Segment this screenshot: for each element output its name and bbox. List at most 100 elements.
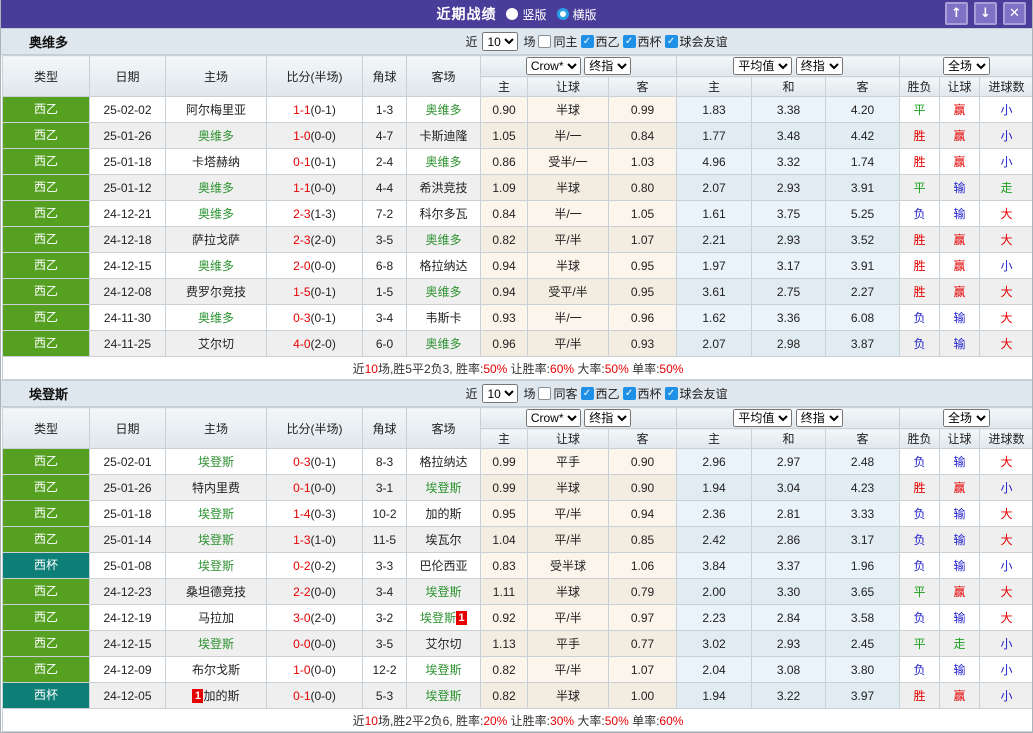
checkbox-unchecked-icon[interactable] [538, 35, 552, 48]
final-odds-select-2[interactable]: 终指 [795, 57, 843, 75]
col-handicap-result: 让球 [939, 76, 981, 97]
full-match-select[interactable]: 全场 [943, 409, 991, 427]
same-venue-checkbox[interactable]: 同主 [538, 33, 578, 50]
col-avg-draw: 和 [751, 76, 827, 97]
checkbox-checked-icon[interactable]: ✓ [664, 35, 678, 48]
league-checkbox[interactable]: ✓ 西乙 [580, 385, 620, 402]
result-cell: 胜 [899, 474, 941, 501]
result-cell: 负 [899, 200, 941, 227]
score-cell: 1-5(0-1) [266, 278, 363, 305]
bookmaker-select[interactable]: Crow* [525, 409, 581, 427]
friendly-checkbox[interactable]: ✓ 球会友谊 [664, 385, 728, 402]
layout-radio-vertical[interactable]: 竖版 [506, 6, 547, 23]
fulltime-score: 1-1 [293, 180, 311, 195]
bookmaker-select[interactable]: Crow* [525, 57, 581, 75]
col-handicap-result: 让球 [939, 428, 981, 449]
league-cell: 西乙 [2, 226, 90, 253]
away-team-cell: 科尔多瓦 [406, 200, 481, 227]
col-away: 客场 [406, 55, 481, 97]
match-count-select[interactable]: 10 [482, 32, 519, 51]
home-team-cell: 埃登斯 [165, 500, 267, 527]
average-select[interactable]: 平均值 [733, 409, 793, 427]
halftime-score: (0-0) [310, 480, 336, 495]
result-cell: 胜 [899, 252, 941, 279]
date-cell: 24-12-09 [89, 656, 166, 683]
odds-home-cell: 0.94 [480, 252, 528, 279]
avg-home-cell: 3.84 [676, 552, 753, 579]
radio-icon[interactable] [506, 8, 519, 20]
result-cell: 负 [899, 304, 941, 331]
team-name: 奥维多 [29, 35, 69, 50]
move-down-button[interactable]: ↓ [974, 2, 997, 25]
fulltime-score: 2-3 [293, 206, 311, 221]
average-select[interactable]: 平均值 [733, 57, 793, 75]
odds-away-cell: 0.95 [607, 252, 678, 279]
cup-checkbox[interactable]: ✓ 西杯 [622, 385, 662, 402]
avg-home-cell: 3.02 [676, 630, 753, 657]
away-team-cell: 卡斯迪隆 [406, 122, 481, 149]
checkbox-unchecked-icon[interactable] [538, 387, 552, 400]
home-team-cell: 埃登斯 [165, 552, 267, 579]
checkbox-checked-icon[interactable]: ✓ [664, 387, 678, 400]
table-row: 西乙 25-01-26 特内里费 0-1(0-0) 3-1 埃登斯 0.99 半球 0.90 1.… [2, 474, 1032, 501]
final-odds-select[interactable]: 终指 [584, 57, 632, 75]
avg-home-cell: 2.07 [676, 330, 753, 357]
fulltime-score: 0-3 [293, 454, 311, 469]
team-label: 奥维多 [425, 103, 462, 117]
avg-draw-cell: 2.86 [751, 526, 827, 553]
fulltime-score: 1-4 [293, 506, 311, 521]
handicap-result-cell: 输 [939, 330, 981, 357]
away-team-cell: 格拉纳达 [406, 448, 481, 475]
friendly-checkbox[interactable]: ✓ 球会友谊 [664, 33, 728, 50]
home-team-cell: 奥维多 [165, 174, 267, 201]
full-match-select[interactable]: 全场 [943, 57, 991, 75]
score-cell: 1-0(0-0) [266, 122, 363, 149]
home-team-cell: 埃登斯 [165, 526, 267, 553]
radio-vertical-label: 竖版 [522, 7, 547, 22]
league-cell: 西乙 [2, 122, 90, 149]
full-match-group-header: 全场 [899, 407, 1032, 429]
move-up-button[interactable]: ↑ [945, 2, 968, 25]
team-label: 格拉纳达 [419, 259, 468, 273]
radio-selected-icon[interactable] [556, 8, 569, 20]
match-count-select[interactable]: 10 [482, 384, 519, 403]
away-team-cell: 埃登斯 [406, 656, 481, 683]
league-checkbox[interactable]: ✓ 西乙 [580, 33, 620, 50]
league-cell: 西乙 [2, 96, 90, 123]
summary-label: 近 [352, 713, 365, 728]
checkbox-checked-icon[interactable]: ✓ [622, 387, 636, 400]
table-row: 西杯 25-01-08 埃登斯 0-2(0-2) 3-3 巴伦西亚 0.83 受半球 1.06 3… [2, 552, 1032, 579]
team-label: 埃登斯 [425, 663, 462, 677]
team-label: 布尔戈斯 [191, 663, 240, 677]
checkbox-checked-icon[interactable]: ✓ [622, 35, 636, 48]
handicap-cell: 平手 [527, 448, 609, 475]
odds-away-cell: 0.93 [607, 330, 678, 357]
table-row: 西乙 25-01-18 埃登斯 1-4(0-3) 10-2 加的斯 0.95 平/半 0.94 2… [2, 500, 1032, 527]
league-type-label: 西乙 [3, 449, 89, 474]
avg-home-cell: 1.61 [676, 200, 753, 227]
final-odds-select-2[interactable]: 终指 [795, 409, 843, 427]
cup-checkbox[interactable]: ✓ 西杯 [622, 33, 662, 50]
league-type-label: 西乙 [3, 475, 89, 500]
close-button[interactable]: ✕ [1003, 2, 1026, 25]
home-team-cell: 艾尔切 [165, 330, 267, 357]
avg-home-cell: 2.36 [676, 500, 753, 527]
odds-home-cell: 1.04 [480, 526, 528, 553]
checkbox-checked-icon[interactable]: ✓ [580, 387, 594, 400]
score-cell: 0-2(0-2) [266, 552, 363, 579]
layout-radio-horizontal[interactable]: 横版 [556, 6, 597, 23]
halftime-score: (2-0) [310, 232, 336, 247]
col-type: 类型 [2, 407, 90, 449]
result-cell: 负 [899, 526, 941, 553]
summary-label: 大率: [574, 361, 605, 376]
checkbox-checked-icon[interactable]: ✓ [580, 35, 594, 48]
handicap-cell: 半/一 [527, 200, 609, 227]
summary-value: 10 [364, 361, 378, 376]
fulltime-score: 1-0 [293, 662, 311, 677]
team-label: 埃登斯 [425, 689, 462, 703]
date-cell: 25-02-02 [89, 96, 166, 123]
final-odds-select[interactable]: 终指 [584, 409, 632, 427]
same-venue-checkbox[interactable]: 同客 [538, 385, 578, 402]
avg-home-cell: 1.62 [676, 304, 753, 331]
summary-label: 单率: [628, 713, 660, 728]
